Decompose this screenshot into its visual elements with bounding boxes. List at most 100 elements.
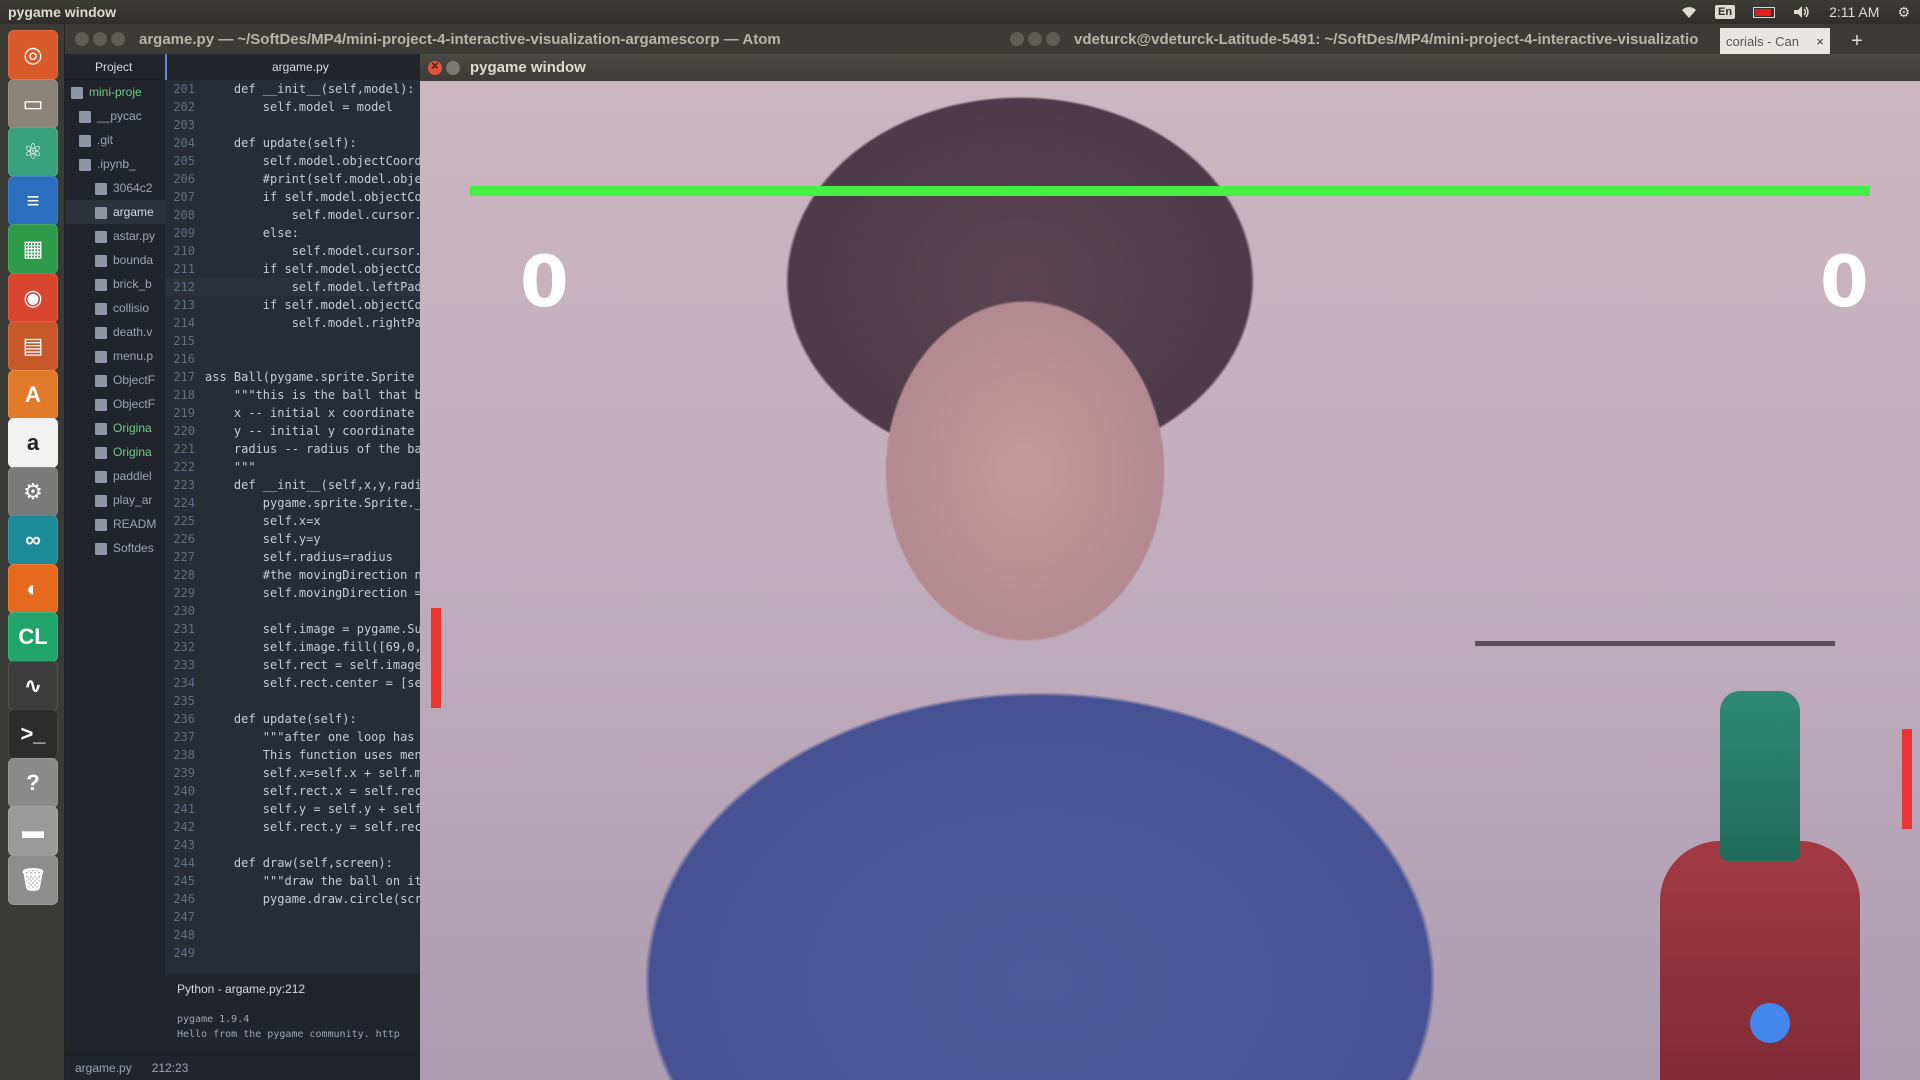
code-line[interactable]: 212 self.model.leftPadd (165, 278, 420, 296)
ubuntu-dash-icon[interactable]: ◎ (8, 30, 58, 80)
code-line[interactable]: 238 This function uses menu (165, 746, 420, 764)
code-line[interactable]: 211 if self.model.objectCoo (165, 260, 420, 278)
minimize-icon[interactable] (93, 32, 107, 46)
code-line[interactable]: 240 self.rect.x = self.rect (165, 782, 420, 800)
maximize-icon[interactable] (1046, 32, 1060, 46)
code-line[interactable]: 228 #the movingDirection ne (165, 566, 420, 584)
tree-file[interactable]: Origina (65, 440, 165, 464)
status-file[interactable]: argame.py (75, 1061, 132, 1075)
calc-icon[interactable]: ▦ (8, 224, 58, 274)
firefox-icon[interactable]: ◐ (8, 563, 58, 614)
volume-icon[interactable] (1793, 5, 1811, 19)
close-icon[interactable] (75, 32, 89, 46)
game-canvas[interactable]: 0 0 (420, 81, 1920, 1080)
tree-file[interactable]: menu.p (65, 344, 165, 368)
code-line[interactable]: 246 pygame.draw.circle(scre (165, 890, 420, 908)
code-line[interactable]: 221 radius -- radius of the bal (165, 440, 420, 458)
code-line[interactable]: 222 """ (165, 458, 420, 476)
code-line[interactable]: 247 (165, 908, 420, 926)
atom-icon[interactable]: ⚛ (8, 127, 58, 177)
minimize-icon[interactable] (446, 60, 460, 75)
chrome-icon[interactable]: ◉ (8, 272, 58, 323)
code-line[interactable]: 213 if self.model.objectCoo (165, 296, 420, 314)
code-line[interactable]: 245 """draw the ball on its (165, 872, 420, 890)
code-line[interactable]: 234 self.rect.center = [sel (165, 674, 420, 692)
close-tab-icon[interactable]: × (1816, 34, 1830, 49)
code-line[interactable]: 230 (165, 602, 420, 620)
tab-argame-py[interactable]: argame.py (165, 54, 420, 80)
code-line[interactable]: 239 self.x=self.x + self.mo (165, 764, 420, 782)
new-tab-button[interactable]: + (1840, 28, 1874, 54)
code-line[interactable]: 237 """after one loop has g (165, 728, 420, 746)
tree-file[interactable]: brick_b (65, 272, 165, 296)
code-line[interactable]: 219 x -- initial x coordinate o (165, 404, 420, 422)
pygame-window[interactable]: pygame window 0 0 (420, 54, 1920, 1080)
code-line[interactable]: 202 self.model = model (165, 98, 420, 116)
arduino-icon[interactable]: ∞ (8, 515, 58, 565)
code-line[interactable]: 248 (165, 926, 420, 944)
code-line[interactable]: 231 self.image = pygame.Sur (165, 620, 420, 638)
code-line[interactable]: 224 pygame.sprite.Sprite._ (165, 494, 420, 512)
code-line[interactable]: 225 self.x=x (165, 512, 420, 530)
code-line[interactable]: 218 """this is the ball that bo (165, 386, 420, 404)
tree-file[interactable]: ObjectF (65, 392, 165, 416)
pygame-titlebar[interactable]: pygame window (420, 54, 1920, 81)
impress-icon[interactable]: ▤ (8, 321, 58, 371)
code-line[interactable]: 242 self.rect.y = self.rect (165, 818, 420, 836)
tree-file[interactable]: paddlel (65, 464, 165, 488)
help-icon[interactable]: ? (8, 757, 58, 808)
tree-file[interactable]: bounda (65, 248, 165, 272)
tree-file[interactable]: death.v (65, 320, 165, 344)
code-line[interactable]: 236 def update(self): (165, 710, 420, 728)
trash-icon[interactable]: 🗑 (8, 854, 58, 905)
files-icon[interactable]: ▭ (8, 78, 58, 129)
code-line[interactable]: 217 ass Ball(pygame.sprite.Sprite (165, 368, 420, 386)
clock[interactable]: 2:11 AM (1829, 4, 1879, 20)
terminal-icon[interactable]: >_ (8, 709, 58, 759)
close-icon[interactable] (1010, 32, 1024, 46)
code-line[interactable]: 206 #print(self.model.objec (165, 170, 420, 188)
code-line[interactable]: 226 self.y=y (165, 530, 420, 548)
wifi-icon[interactable] (1681, 5, 1697, 19)
tree-file[interactable]: collisio (65, 296, 165, 320)
code-editor[interactable]: argame.py 201 def __init__(self,model): 2… (165, 54, 420, 974)
code-line[interactable]: 207 if self.model.objectCoo (165, 188, 420, 206)
tree-file[interactable]: argame (65, 200, 165, 224)
code-line[interactable]: 201 def __init__(self,model): (165, 80, 420, 98)
tree-file[interactable]: play_ar (65, 488, 165, 512)
tree-file[interactable]: Softdes (65, 536, 165, 560)
tab-project[interactable]: Project (65, 54, 165, 80)
tree-file[interactable]: ObjectF (65, 368, 165, 392)
battery-icon[interactable] (1753, 6, 1776, 18)
code-line[interactable]: 232 self.image.fill([69,0,6 (165, 638, 420, 656)
code-line[interactable]: 216 (165, 350, 420, 368)
code-line[interactable]: 235 (165, 692, 420, 710)
writer-icon[interactable]: ≡ (8, 175, 58, 226)
tree-file[interactable]: Origina (65, 416, 165, 440)
close-icon[interactable] (428, 58, 442, 75)
code-line[interactable]: 229 self.movingDirection = (165, 584, 420, 602)
python-status[interactable]: Python - argame.py:212 (165, 974, 420, 1004)
system-settings-icon[interactable]: ⚙ (8, 466, 58, 517)
code-line[interactable]: 227 self.radius=radius (165, 548, 420, 566)
browser-tab[interactable]: corials - Can × (1720, 28, 1830, 54)
tree-file[interactable]: READM (65, 512, 165, 536)
tree-folder[interactable]: mini-proje (65, 80, 165, 104)
code-area[interactable]: 201 def __init__(self,model): 202 self.mo… (165, 80, 420, 962)
code-line[interactable]: 214 self.model.rightPad (165, 314, 420, 332)
code-line[interactable]: 210 self.model.cursor.u (165, 242, 420, 260)
maximize-icon[interactable] (111, 32, 125, 46)
code-line[interactable]: 249 (165, 944, 420, 962)
code-line[interactable]: 223 def __init__(self,x,y,radiu (165, 476, 420, 494)
amazon-icon[interactable]: a (8, 418, 58, 468)
code-line[interactable]: 244 def draw(self,screen): (165, 854, 420, 872)
tree-file[interactable]: 3064c2 (65, 176, 165, 200)
code-line[interactable]: 203 (165, 116, 420, 134)
code-line[interactable]: 205 self.model.objectCoordi (165, 152, 420, 170)
code-line[interactable]: 204 def update(self): (165, 134, 420, 152)
code-line[interactable]: 220 y -- initial y coordinate o (165, 422, 420, 440)
code-line[interactable]: 215 (165, 332, 420, 350)
software-center-icon[interactable]: A (8, 369, 58, 420)
cursor-position[interactable]: 212:23 (152, 1061, 189, 1075)
gear-icon[interactable]: ⚙ (1897, 4, 1910, 21)
